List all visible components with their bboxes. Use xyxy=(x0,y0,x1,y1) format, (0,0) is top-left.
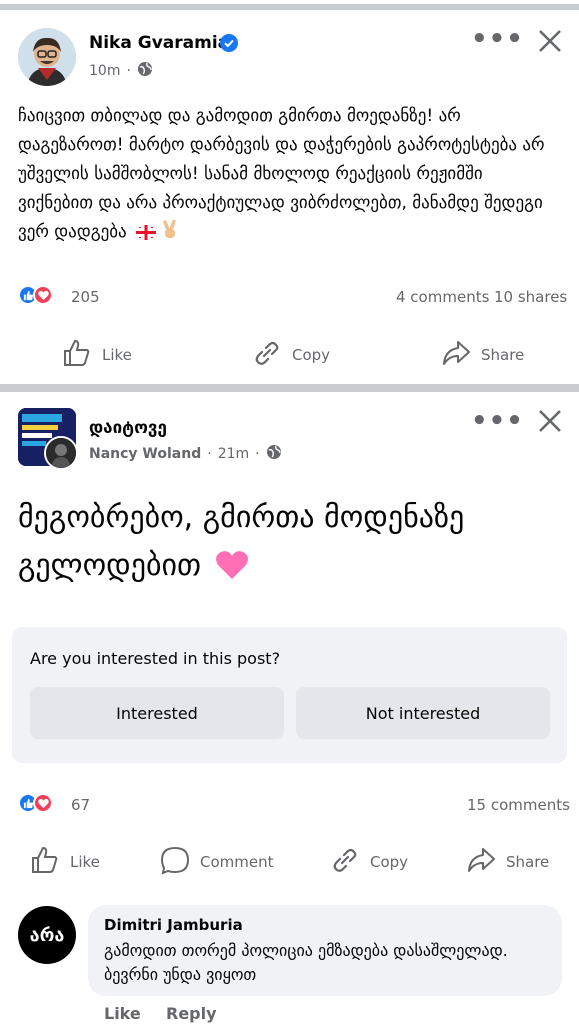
more-options-button[interactable]: ••• xyxy=(471,406,524,436)
reaction-icons[interactable] xyxy=(18,285,53,305)
post-time[interactable]: 10m xyxy=(89,63,120,79)
reaction-count[interactable]: 205 xyxy=(71,288,100,306)
feed-separator xyxy=(0,384,579,392)
share-icon xyxy=(441,338,471,372)
more-options-button[interactable]: ••• xyxy=(471,24,524,54)
post-text: ჩაიცვით თბილად და გამოდით გმირთა მოედანზ… xyxy=(18,102,563,250)
share-button[interactable]: Share xyxy=(441,338,524,372)
not-interested-button[interactable]: Not interested xyxy=(296,687,550,739)
georgia-flag-icon xyxy=(135,221,157,250)
interest-prompt: Are you interested in this post? Interes… xyxy=(12,627,567,763)
verified-badge-icon xyxy=(220,34,238,56)
copy-button[interactable]: Copy xyxy=(252,338,330,372)
avatar-logo-text: არა xyxy=(29,924,65,946)
share-count[interactable]: 10 shares xyxy=(494,288,567,306)
share-button[interactable]: Share xyxy=(466,845,549,879)
comment-count[interactable]: 15 comments xyxy=(467,796,570,814)
comment-text: გამოდით თორემ პოლიცია ემზადება დასაშლელა… xyxy=(104,941,508,984)
copy-link-icon xyxy=(330,845,360,879)
comment-like-link[interactable]: Like xyxy=(104,1004,141,1023)
like-button[interactable]: Like xyxy=(62,338,132,372)
post-time[interactable]: 21m xyxy=(218,446,249,462)
author-name[interactable]: Nika Gvaramia xyxy=(89,33,229,53)
close-icon[interactable] xyxy=(537,408,563,438)
comment-author[interactable]: Dimitri Jamburia xyxy=(104,916,243,934)
author-name[interactable]: Nancy Woland xyxy=(89,446,201,462)
comment-icon xyxy=(160,845,190,879)
comment-bubble: Dimitri Jamburia გამოდით თორემ პოლიცია ე… xyxy=(88,905,562,996)
close-icon[interactable] xyxy=(537,28,563,58)
love-reaction-icon xyxy=(33,285,53,305)
interest-question: Are you interested in this post? xyxy=(30,649,281,668)
comment-reply-link[interactable]: Reply xyxy=(166,1004,217,1023)
victory-hand-icon xyxy=(161,219,179,250)
group-name[interactable]: დაიტოვე xyxy=(89,418,167,438)
copy-link-icon xyxy=(252,338,282,372)
love-reaction-icon xyxy=(33,793,53,813)
reaction-icons[interactable] xyxy=(18,793,53,813)
globe-icon xyxy=(266,444,282,464)
copy-button[interactable]: Copy xyxy=(330,845,408,879)
reaction-count[interactable]: 67 xyxy=(71,796,90,814)
commenter-avatar[interactable]: არა xyxy=(18,906,76,964)
globe-icon xyxy=(137,61,153,81)
post-text: მეგობრებო, გმირთა მოდენაზე გელოდებით xyxy=(18,494,563,595)
comment-button[interactable]: Comment xyxy=(160,845,274,879)
heart-emoji-icon xyxy=(215,547,249,595)
author-avatar[interactable] xyxy=(44,436,78,470)
like-icon xyxy=(30,845,60,879)
share-icon xyxy=(466,845,496,879)
author-avatar[interactable] xyxy=(18,28,76,86)
interested-button[interactable]: Interested xyxy=(30,687,284,739)
comment-count[interactable]: 4 comments xyxy=(396,288,489,306)
like-icon xyxy=(62,338,92,372)
feed-separator xyxy=(0,4,579,10)
like-button[interactable]: Like xyxy=(30,845,100,879)
